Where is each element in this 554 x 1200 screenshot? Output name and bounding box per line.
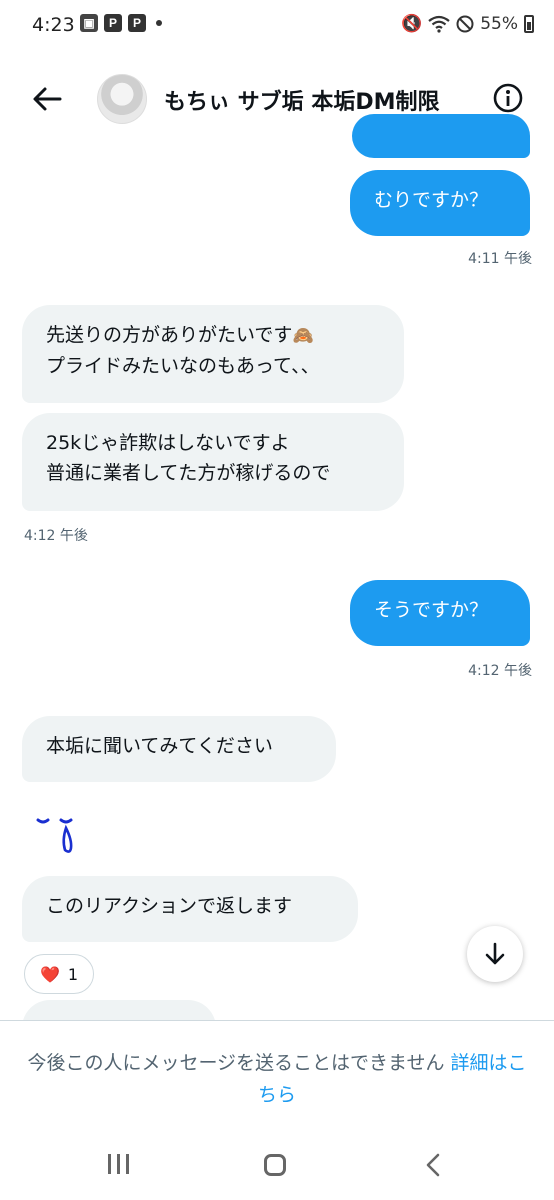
message-text: 本垢に聞いてみてください [46,735,273,757]
do-not-disturb-icon [456,15,474,33]
message-timestamp: 4:12 午後 [468,663,532,679]
scroll-to-bottom-button[interactable] [467,926,523,982]
conversation-title[interactable]: もちぃ サブ垢 本垢DM制限 [164,84,439,116]
mute-icon: 🔇 [401,14,423,34]
message-text: むりですか？ [374,189,489,211]
heart-reaction-chip[interactable]: ❤️ 1 [24,954,94,994]
message-text: このリアクションで返します [46,895,293,917]
nav-back-icon[interactable] [422,1152,446,1178]
paypay-notification-icon: P [104,14,122,32]
gallery-notification-icon: ▣ [80,14,98,32]
battery-percent: 55% [480,14,518,34]
back-arrow-icon[interactable] [30,82,64,116]
info-icon[interactable] [492,82,524,114]
crying-face-icon [36,818,73,853]
message-text-line: 25kじゃ詐欺はしないですよ [46,432,290,454]
message-bubble-incoming[interactable]: このリアクションで返します [22,876,358,942]
message-text: そうですか？ [374,599,489,621]
avatar[interactable] [97,74,147,124]
message-bubble-outgoing[interactable]: そうですか？ [350,580,530,646]
arrow-down-icon [485,942,505,965]
reaction-count: 1 [67,964,79,984]
message-text-line: プライドみたいなのもあって、、 [46,355,320,377]
message-bubble-incoming[interactable]: 25kじゃ詐欺はしないですよ 普通に業者してた方が稼げるので [22,413,404,511]
recent-apps-icon[interactable] [108,1154,134,1174]
message-text-line: 先送りの方がありがたいです🙈 [46,324,314,346]
home-icon[interactable] [264,1154,286,1176]
wifi-icon [428,15,450,33]
crying-sticker[interactable] [36,812,80,856]
see-no-evil-monkey-icon: 🙈 [292,326,314,346]
battery-icon [524,15,534,33]
message-text-line: 普通に業者してた方が稼げるので [46,462,331,484]
dm-restricted-footer: 今後この人にメッセージを送ることはできません 詳細はこちら [0,1020,554,1129]
message-bubble-incoming[interactable]: 先送りの方がありがたいです🙈 プライドみたいなのもあって、、 [22,305,404,403]
dm-restricted-notice: 今後この人にメッセージを送ることはできません 詳細はこちら [20,1047,534,1111]
message-timestamp: 4:12 午後 [24,528,88,544]
status-bar: 4:23 ▣ P P 🔇 55% [0,0,554,52]
message-bubble-incoming[interactable]: 本垢に聞いてみてください [22,716,336,782]
paypay-notification-icon: P [128,14,146,32]
message-timestamp: 4:11 午後 [468,251,532,267]
more-notifications-dot-icon [156,20,162,26]
status-system-icons: 🔇 55% [401,14,534,34]
status-notification-icons: ▣ P P [80,14,162,32]
system-navigation-bar [0,1128,554,1200]
notice-text: 今後この人にメッセージを送ることはできません [27,1052,445,1074]
message-bubble-outgoing[interactable]: むりですか？ [350,170,530,236]
message-bubble-outgoing[interactable] [352,114,530,158]
heart-icon: ❤️ [39,964,60,984]
status-time: 4:23 [32,14,75,36]
